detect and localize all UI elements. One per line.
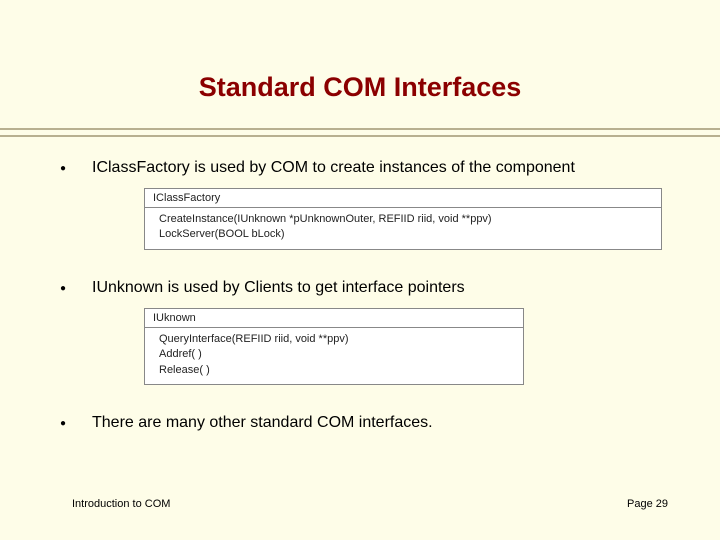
- footer-right: Page 29: [627, 498, 668, 510]
- table-header: IClassFactory: [145, 189, 661, 208]
- code-line: Addref( ): [159, 347, 515, 362]
- table-body: CreateInstance(IUnknown *pUnknownOuter, …: [145, 208, 661, 249]
- code-line: LockServer(BOOL bLock): [159, 227, 653, 242]
- slide-title: Standard COM Interfaces: [0, 0, 720, 113]
- code-table-iclassfactory: IClassFactory CreateInstance(IUnknown *p…: [144, 188, 662, 250]
- bullet-text: There are many other standard COM interf…: [92, 413, 433, 433]
- table-body: QueryInterface(REFIID riid, void **ppv) …: [145, 328, 523, 384]
- bullet-icon: ●: [52, 278, 92, 294]
- code-table-iunknown: IUknown QueryInterface(REFIID riid, void…: [144, 308, 524, 385]
- bullet-icon: ●: [52, 158, 92, 174]
- bullet-item: ● IClassFactory is used by COM to create…: [52, 158, 668, 178]
- slide-footer: Introduction to COM Page 29: [0, 498, 720, 510]
- bullet-icon: ●: [52, 413, 92, 429]
- bullet-text: IClassFactory is used by COM to create i…: [92, 158, 575, 178]
- bullet-text: IUnknown is used by Clients to get inter…: [92, 278, 465, 298]
- title-divider: [0, 128, 720, 140]
- bullet-item: ● IUnknown is used by Clients to get int…: [52, 278, 668, 298]
- bullet-item: ● There are many other standard COM inte…: [52, 413, 668, 433]
- code-line: Release( ): [159, 363, 515, 378]
- table-header: IUknown: [145, 309, 523, 328]
- footer-left: Introduction to COM: [72, 498, 170, 510]
- slide-content: ● IClassFactory is used by COM to create…: [0, 158, 720, 443]
- code-line: QueryInterface(REFIID riid, void **ppv): [159, 332, 515, 347]
- code-line: CreateInstance(IUnknown *pUnknownOuter, …: [159, 212, 653, 227]
- slide: Standard COM Interfaces ● IClassFactory …: [0, 0, 720, 540]
